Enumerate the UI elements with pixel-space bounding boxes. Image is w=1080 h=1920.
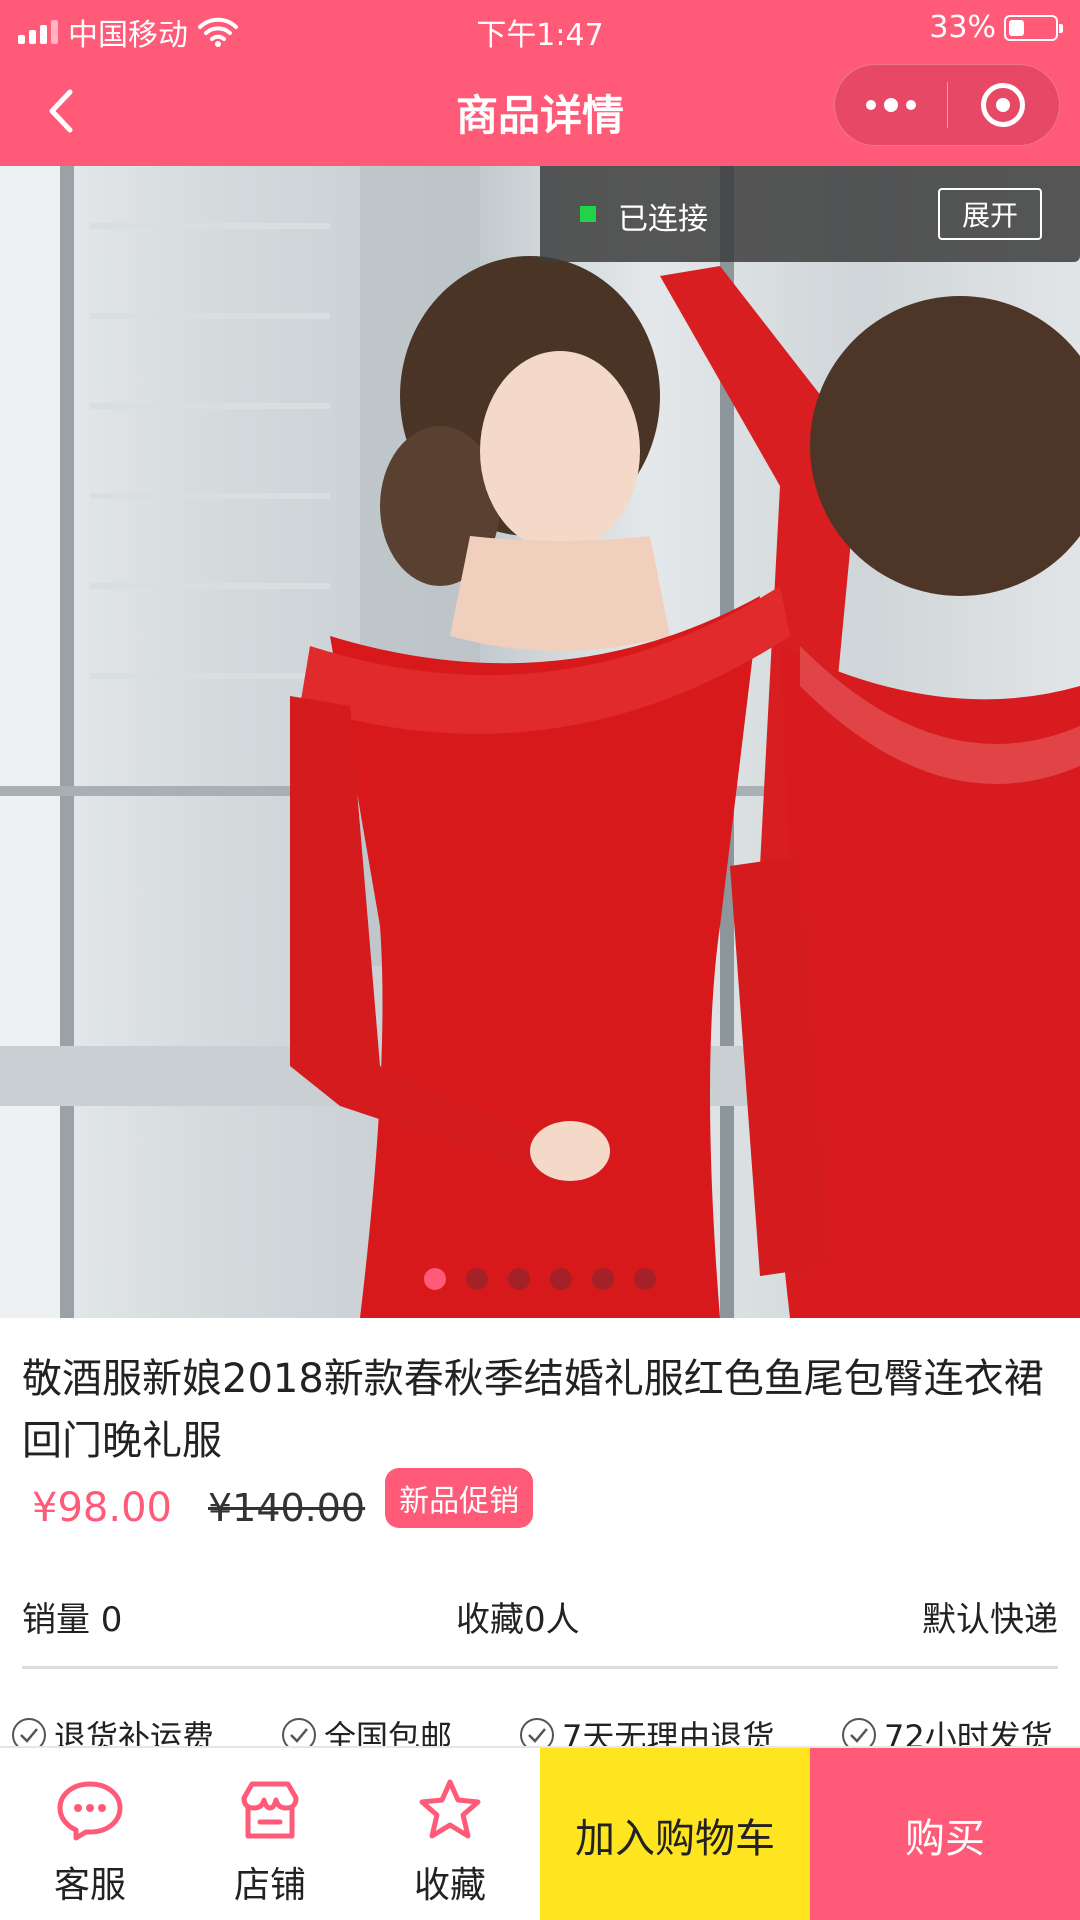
favorites-count: 收藏0人 [456,1600,580,1640]
battery-percent: 33% [929,10,996,45]
carousel-dot[interactable] [634,1268,656,1290]
buy-button[interactable]: 购买 [810,1748,1080,1920]
expand-button[interactable]: 展开 [938,188,1042,240]
original-price: ¥140.00 [207,1486,366,1530]
connection-status-label: 已连接 [618,202,708,237]
more-dots-icon [865,100,876,110]
favorite-button[interactable]: 收藏 [360,1748,540,1920]
target-icon [981,83,1026,127]
store-label: 店铺 [233,1865,306,1906]
product-photo [0,166,1080,1318]
add-to-cart-button[interactable]: 加入购物车 [540,1748,810,1920]
product-detail-page: 中国移动 下午1:47 33% 商品详情 已连接 展开 敬酒服新娘2018新款春… [0,0,1080,1920]
navigation-bar: 商品详情 [0,56,1080,166]
chat-bubble-icon [57,1781,123,1841]
favorite-label: 收藏 [413,1865,486,1906]
price-row: ¥98.00 ¥140.00 新品促销 [32,1468,534,1538]
battery-level [1009,19,1024,36]
connection-status-bar: 已连接 展开 [540,166,1080,262]
carousel-dot[interactable] [592,1268,614,1290]
more-button[interactable] [835,65,947,145]
miniprogram-capsule [834,64,1060,146]
product-title: 敬酒服新娘2018新款春秋季结婚礼服红色鱼尾包臀连衣裙回门晚礼服 [22,1356,1044,1464]
connected-indicator-icon [580,206,596,222]
current-price: ¥98.00 [32,1485,172,1531]
divider [22,1666,1058,1669]
stats-row: 销量 0 收藏0人 默认快递 [22,1592,1058,1646]
shipping-method: 默认快递 [922,1600,1058,1640]
product-image[interactable] [0,166,1080,1318]
close-miniprogram-button[interactable] [948,65,1060,145]
star-icon [419,1779,481,1839]
store-icon [241,1781,299,1839]
status-right: 33% [929,10,1063,45]
status-bar: 中国移动 下午1:47 33% [0,0,1080,56]
promo-badge: 新品促销 [385,1468,534,1528]
carousel-dot[interactable] [424,1268,446,1290]
carousel-dot[interactable] [466,1268,488,1290]
customer-service-button[interactable]: 客服 [0,1748,180,1920]
customer-service-label: 客服 [53,1865,126,1906]
status-time: 下午1:47 [476,18,604,53]
carousel-dot[interactable] [508,1268,530,1290]
battery-icon [1004,14,1063,41]
sales-count: 销量 0 [22,1600,123,1640]
store-button[interactable]: 店铺 [180,1748,360,1920]
bottom-action-bar: 客服 店铺 收藏 加入购物车 购买 [0,1746,1080,1920]
carousel-dot[interactable] [550,1268,572,1290]
carousel-indicator [0,1268,1080,1290]
